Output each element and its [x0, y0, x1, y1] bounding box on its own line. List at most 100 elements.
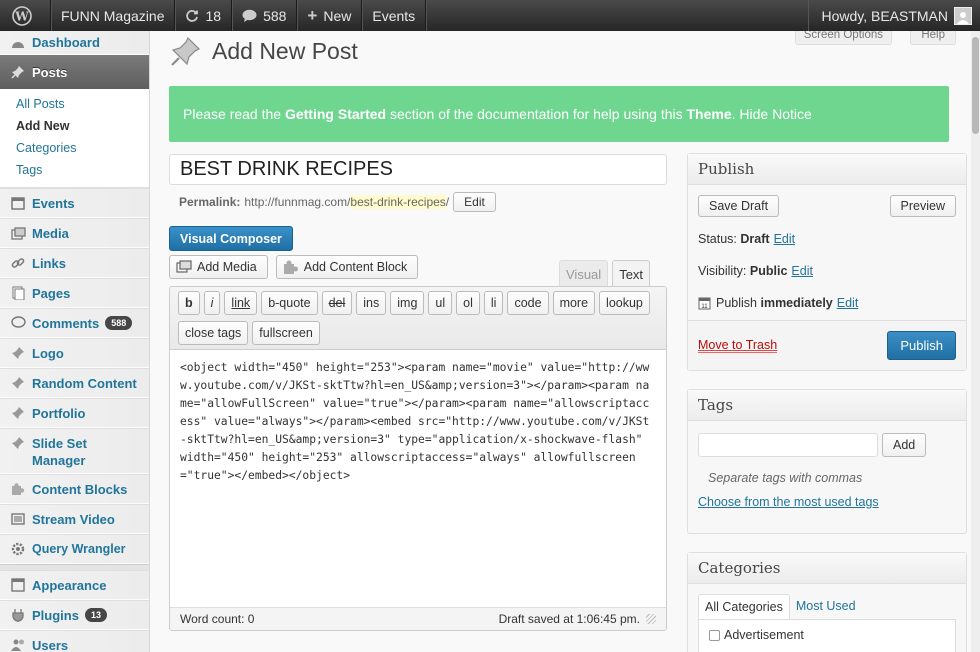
move-to-trash-link[interactable]: Move to Trash: [698, 338, 778, 353]
publish-time-edit-link[interactable]: Edit: [837, 296, 859, 310]
menu-appearance[interactable]: Appearance: [0, 570, 149, 600]
submenu-all-posts[interactable]: All Posts: [0, 93, 149, 115]
visibility-edit-link[interactable]: Edit: [791, 264, 813, 278]
add-tag-button[interactable]: Add: [882, 433, 927, 457]
submenu-add-new[interactable]: Add New: [0, 115, 149, 137]
post-content-textarea[interactable]: <object width="450" height="253"><param …: [170, 350, 666, 605]
scrollbar-thumb[interactable]: [972, 37, 979, 134]
menu-events[interactable]: Events: [0, 188, 149, 218]
menu-label: Comments: [32, 315, 100, 331]
qt-ins-button[interactable]: ins: [356, 291, 387, 315]
permalink-edit-button[interactable]: Edit: [453, 192, 496, 212]
save-draft-button[interactable]: Save Draft: [698, 195, 780, 217]
status-edit-link[interactable]: Edit: [774, 232, 796, 246]
pushpin-icon: [10, 345, 26, 361]
site-name: FUNN Magazine: [61, 7, 165, 24]
add-content-block-button[interactable]: Add Content Block: [275, 255, 419, 279]
hide-notice-link[interactable]: . Hide Notice: [732, 106, 812, 122]
menu-label: Plugins: [32, 607, 79, 623]
qt-link-button[interactable]: link: [224, 291, 258, 315]
permalink-base: http://funnmag.com/: [244, 195, 351, 209]
menu-comments[interactable]: Comments 588: [0, 308, 149, 338]
new-content-menu[interactable]: + New: [297, 0, 363, 31]
media-buttons: Add Media Add Content Block: [169, 255, 419, 279]
qt-blockquote-button[interactable]: b-quote: [261, 291, 318, 315]
my-account-menu[interactable]: Howdy, BEASTMAN: [808, 0, 980, 31]
tab-all-categories[interactable]: All Categories: [698, 594, 790, 619]
submenu-tags[interactable]: Tags: [0, 159, 149, 181]
menu-links[interactable]: Links: [0, 248, 149, 278]
qt-ul-button[interactable]: ul: [428, 291, 453, 315]
plugins-badge: 13: [84, 608, 107, 622]
publish-button[interactable]: Publish: [887, 331, 956, 360]
svg-text:W: W: [14, 9, 29, 23]
menu-label: Users: [32, 637, 69, 652]
tab-visual[interactable]: Visual: [559, 260, 609, 287]
quicktags-toolbar: b i link b-quote del ins img ul ol li co…: [170, 287, 666, 350]
categories-box-title[interactable]: Categories: [688, 553, 966, 584]
permalink-slug[interactable]: best-drink-recipes: [350, 195, 446, 209]
submenu-categories[interactable]: Categories: [0, 137, 149, 159]
qt-ol-button[interactable]: ol: [456, 291, 480, 315]
menu-plugins[interactable]: Plugins 13: [0, 600, 149, 630]
preview-button[interactable]: Preview: [889, 195, 956, 217]
choose-most-used-tags-link[interactable]: Choose from the most used tags: [698, 495, 879, 509]
qt-img-button[interactable]: img: [390, 291, 425, 315]
status-row: Status: Draft Edit: [688, 223, 966, 255]
menu-slide-set-manager[interactable]: Slide Set Manager: [0, 428, 149, 474]
menu-pages[interactable]: Pages: [0, 278, 149, 308]
menu-dashboard[interactable]: Dashboard: [0, 31, 149, 55]
menu-posts[interactable]: Posts: [0, 55, 149, 89]
tag-add-row: Add: [688, 421, 966, 463]
category-checkbox[interactable]: [709, 630, 720, 641]
avatar: [954, 6, 972, 25]
menu-stream-video[interactable]: Stream Video: [0, 504, 149, 534]
menu-portfolio[interactable]: Portfolio: [0, 398, 149, 428]
menu-query-wrangler[interactable]: Query Wrangler: [0, 534, 149, 564]
qt-lookup-button[interactable]: lookup: [599, 291, 650, 315]
qt-italic-button[interactable]: i: [203, 291, 221, 315]
comments-menu[interactable]: 588: [232, 0, 298, 31]
status-value: Draft: [740, 232, 770, 246]
add-media-button[interactable]: Add Media: [169, 255, 268, 279]
visibility-label: Visibility:: [698, 264, 747, 278]
tab-most-used[interactable]: Most Used: [790, 594, 862, 619]
resize-grip-icon[interactable]: [646, 614, 656, 624]
updates-menu[interactable]: 18: [175, 0, 233, 31]
new-tag-input[interactable]: [698, 433, 878, 457]
menu-media[interactable]: Media: [0, 218, 149, 248]
site-name-menu[interactable]: FUNN Magazine: [51, 0, 176, 31]
menu-logo[interactable]: Logo: [0, 338, 149, 368]
calendar-icon: [10, 195, 26, 211]
refresh-icon: [186, 9, 199, 22]
events-menu[interactable]: Events: [362, 0, 427, 31]
qt-code-button[interactable]: code: [507, 291, 549, 315]
camera-media-icon: [176, 260, 192, 273]
qt-close-tags-button[interactable]: close tags: [178, 321, 249, 345]
pushpin-icon: [10, 375, 26, 391]
gear-icon: [10, 541, 26, 557]
menu-label: Query Wrangler: [32, 542, 126, 556]
qt-more-button[interactable]: more: [552, 291, 596, 315]
appearance-icon: [10, 577, 26, 593]
publish-time-label: Publish: [716, 296, 757, 310]
qt-fullscreen-button[interactable]: fullscreen: [252, 321, 320, 345]
getting-started-link[interactable]: Getting Started: [285, 106, 386, 122]
visual-composer-button[interactable]: Visual Composer: [169, 226, 293, 251]
publish-box: Publish Save Draft Preview Status: Draft…: [687, 153, 967, 371]
tab-text[interactable]: Text: [612, 260, 651, 287]
plus-icon: +: [307, 5, 318, 25]
comments-count: 588: [263, 7, 287, 24]
menu-content-blocks[interactable]: Content Blocks: [0, 474, 149, 504]
publish-box-title[interactable]: Publish: [688, 154, 966, 185]
tags-box-title[interactable]: Tags: [688, 390, 966, 421]
menu-users[interactable]: Users: [0, 630, 149, 652]
wp-logo-menu[interactable]: W: [0, 0, 51, 31]
menu-label: Content Blocks: [32, 481, 128, 497]
menu-random-content[interactable]: Random Content: [0, 368, 149, 398]
qt-del-button[interactable]: del: [321, 291, 353, 315]
qt-li-button[interactable]: li: [483, 291, 504, 315]
choose-tags-link-wrap: Choose from the most used tags: [688, 493, 966, 519]
qt-bold-button[interactable]: b: [178, 291, 200, 315]
post-title-input[interactable]: BEST DRINK RECIPES: [169, 154, 667, 185]
